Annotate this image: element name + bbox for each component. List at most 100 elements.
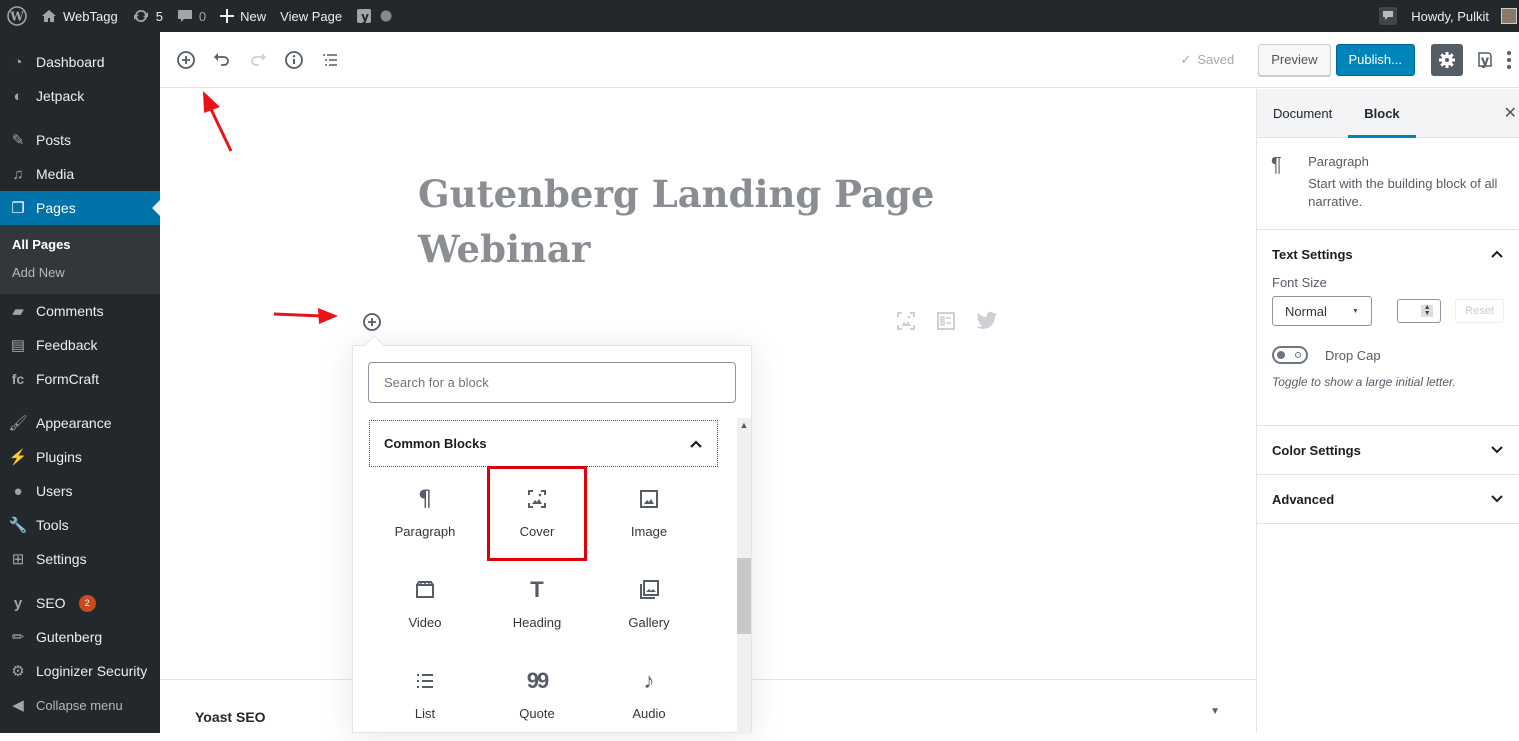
gallery-icon xyxy=(639,579,659,601)
sidebar-item-settings[interactable]: ⊞ Settings xyxy=(0,542,160,576)
block-search-input[interactable] xyxy=(368,362,736,403)
svg-text:W: W xyxy=(9,10,24,24)
block-label: Gallery xyxy=(628,615,670,630)
content-info-button[interactable] xyxy=(276,42,312,78)
comments-link[interactable]: 0 xyxy=(170,0,213,32)
inserter-scrollbar[interactable]: ▲ xyxy=(737,418,751,734)
sidebar-item-plugins[interactable]: ⚡ Plugins xyxy=(0,440,160,474)
drop-cap-help: Toggle to show a large initial letter. xyxy=(1272,375,1456,389)
caret-down-icon: ▼ xyxy=(1352,307,1359,315)
block-card: ¶ Paragraph Start with the building bloc… xyxy=(1257,138,1519,230)
sidebar-item-comments[interactable]: ▰ Comments xyxy=(0,294,160,328)
scroll-up-icon[interactable]: ▲ xyxy=(737,420,751,430)
color-settings-panel[interactable]: Color Settings xyxy=(1257,426,1519,475)
block-navigation-button[interactable] xyxy=(312,42,348,78)
chevron-up-icon xyxy=(690,439,702,448)
post-title[interactable]: Gutenberg Landing Page Webinar xyxy=(418,167,978,277)
undo-button[interactable] xyxy=(204,42,240,78)
feedback-icon: ▤ xyxy=(10,337,26,354)
new-label: New xyxy=(240,8,267,24)
sidebar-item-posts[interactable]: ✎ Posts xyxy=(0,123,160,157)
block-item-paragraph[interactable]: ¶ Paragraph xyxy=(369,468,481,559)
block-item-quote[interactable]: 99 Quote xyxy=(481,650,593,741)
redo-button[interactable] xyxy=(240,42,276,78)
advanced-title: Advanced xyxy=(1272,491,1335,507)
site-name-link[interactable]: WebTagg xyxy=(34,0,125,32)
updates-link[interactable]: 5 xyxy=(125,0,170,32)
wp-logo-button[interactable]: W xyxy=(0,0,34,32)
svg-text:y: y xyxy=(1481,54,1490,69)
block-item-heading[interactable]: T Heading xyxy=(481,559,593,650)
block-item-audio[interactable]: ♪ Audio xyxy=(593,650,705,741)
common-blocks-panel-toggle[interactable]: Common Blocks xyxy=(369,420,718,467)
sidebar-item-formcraft[interactable]: fc FormCraft xyxy=(0,362,160,396)
block-label: Audio xyxy=(632,706,666,721)
drop-cap-toggle[interactable] xyxy=(1272,346,1308,364)
block-label: Video xyxy=(408,615,442,630)
plus-circle-icon xyxy=(363,313,381,331)
advanced-panel[interactable]: Advanced xyxy=(1257,475,1519,524)
scrollbar-thumb[interactable] xyxy=(737,558,751,634)
collapse-menu-button[interactable]: ◀ Collapse menu xyxy=(0,688,160,722)
caret-down-icon[interactable]: ▼ xyxy=(1210,706,1220,717)
paragraph-icon: ¶ xyxy=(1271,154,1282,176)
sidebar-item-dashboard[interactable]: ◔ Dashboard xyxy=(0,45,160,79)
sidebar-item-jetpack[interactable]: ◐ Jetpack xyxy=(0,79,160,113)
my-account-link[interactable]: Howdy, Pulkit xyxy=(1404,0,1519,32)
sidebar-item-label: Gutenberg xyxy=(36,629,103,645)
block-label: List xyxy=(414,706,436,721)
block-item-list[interactable]: List xyxy=(369,650,481,741)
font-size-reset-button[interactable]: Reset xyxy=(1455,299,1504,323)
sidebar-item-appearance[interactable]: 🖌 Appearance xyxy=(0,406,160,440)
new-content-link[interactable]: New xyxy=(213,0,273,32)
yoast-sidebar-button[interactable]: y xyxy=(1471,42,1499,78)
notifications-button[interactable] xyxy=(1372,0,1404,32)
publish-button[interactable]: Publish... xyxy=(1335,43,1415,76)
plus-icon xyxy=(220,9,235,23)
notification-icon xyxy=(1379,7,1398,25)
font-size-number-input[interactable]: ▲ ▼ xyxy=(1396,299,1442,323)
settings-toggle-button[interactable] xyxy=(1431,43,1463,76)
inline-add-block-button[interactable] xyxy=(361,311,383,336)
submenu-all-pages[interactable]: All Pages xyxy=(0,231,160,259)
block-card-description: Start with the building block of all nar… xyxy=(1308,176,1498,209)
sidebar-item-seo[interactable]: y SEO 2 xyxy=(0,586,160,620)
twitter-icon[interactable] xyxy=(976,311,998,331)
sidebar-item-pages[interactable]: ❐ Pages xyxy=(0,191,160,225)
block-item-image[interactable]: Image xyxy=(593,468,705,559)
sidebar-item-loginizer[interactable]: ⚙ Loginizer Security xyxy=(0,654,160,688)
pin-icon: ✎ xyxy=(11,132,25,149)
spinner-icon[interactable]: ▲ ▼ xyxy=(1421,304,1434,317)
sidebar-item-label: Media xyxy=(36,166,75,182)
sidebar-item-gutenberg[interactable]: ✏ Gutenberg xyxy=(0,620,160,654)
dashboard-icon: ◔ xyxy=(13,53,23,71)
submenu-add-new[interactable]: Add New xyxy=(0,259,160,287)
sidebar-item-feedback[interactable]: ▤ Feedback xyxy=(0,328,160,362)
form-icon[interactable] xyxy=(936,311,956,331)
view-page-link[interactable]: View Page xyxy=(273,0,349,32)
sidebar-item-media[interactable]: ♫ Media xyxy=(0,157,160,191)
sidebar-item-label: Jetpack xyxy=(36,88,85,104)
yoast-adminbar-link[interactable]: y xyxy=(349,0,399,32)
svg-text:y: y xyxy=(361,10,369,24)
add-block-button[interactable] xyxy=(168,42,204,78)
sidebar-item-tools[interactable]: 🔧 Tools xyxy=(0,508,160,542)
more-menu-button[interactable] xyxy=(1499,42,1519,78)
video-icon xyxy=(415,579,435,601)
text-settings-toggle[interactable]: Text Settings xyxy=(1272,230,1504,278)
tab-document[interactable]: Document xyxy=(1257,89,1348,138)
block-item-cover[interactable]: Cover xyxy=(487,466,587,561)
tab-block[interactable]: Block xyxy=(1348,89,1416,138)
plus-circle-icon xyxy=(177,50,195,69)
preview-button[interactable]: Preview xyxy=(1258,43,1331,76)
block-card-title: Paragraph xyxy=(1308,154,1369,169)
editor-toolbar: ✓ Saved Preview Publish... y xyxy=(160,32,1519,88)
block-item-video[interactable]: Video xyxy=(369,559,481,650)
sidebar-item-users[interactable]: ● Users xyxy=(0,474,160,508)
cover-icon[interactable] xyxy=(896,311,916,331)
block-inserter-popover: Common Blocks ¶ Paragraph Cover Image Vi… xyxy=(352,345,752,734)
block-item-gallery[interactable]: Gallery xyxy=(593,559,705,650)
close-icon[interactable]: ✕ xyxy=(1504,103,1517,123)
font-size-select[interactable]: Normal ▼ xyxy=(1272,296,1372,326)
sidebar-item-label: Collapse menu xyxy=(36,697,123,713)
